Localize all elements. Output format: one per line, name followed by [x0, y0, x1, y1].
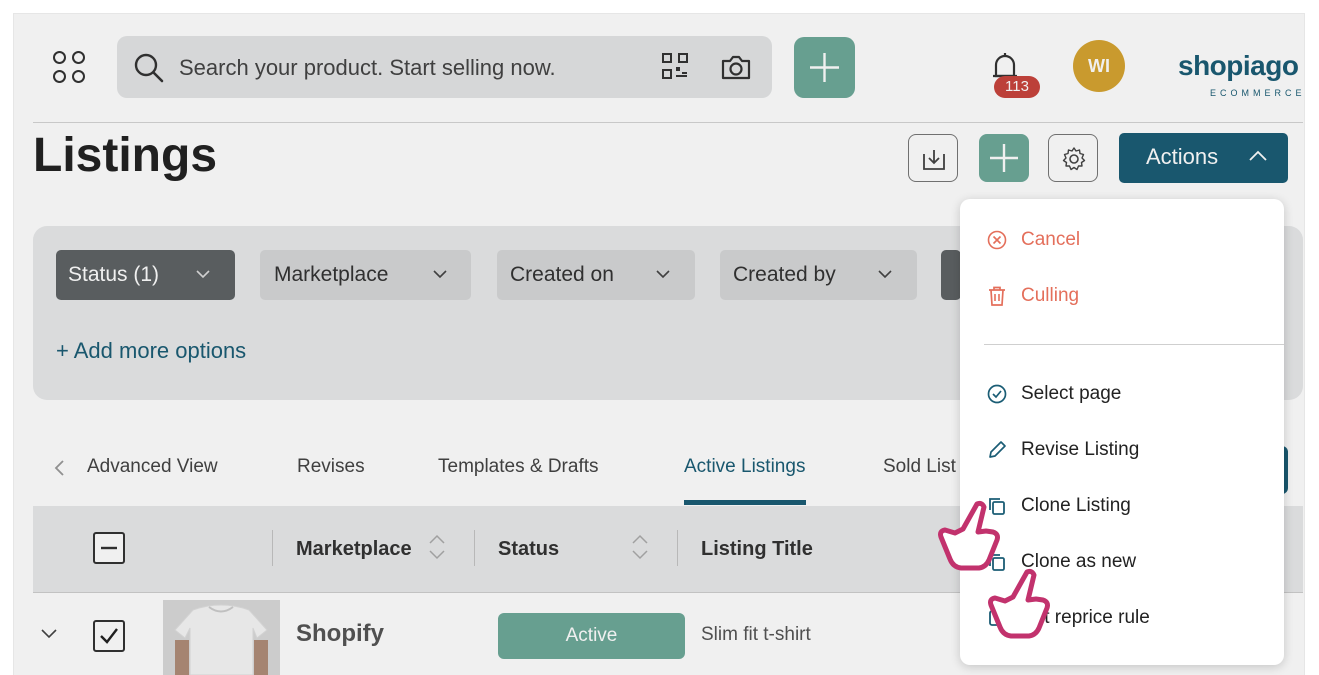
- menu-item-label: Select page: [1021, 383, 1122, 404]
- tab-revises[interactable]: Revises: [297, 456, 365, 478]
- column-header-status[interactable]: Status: [498, 538, 559, 561]
- import-button[interactable]: [908, 134, 958, 182]
- row-checkbox[interactable]: [93, 620, 125, 652]
- column-divider: [474, 530, 475, 566]
- search-bar[interactable]: Search your product. Start selling now.: [117, 36, 772, 98]
- chevron-left-icon[interactable]: [52, 458, 66, 478]
- status-badge: Active: [498, 613, 685, 659]
- add-listing-button[interactable]: [979, 134, 1029, 182]
- filter-status[interactable]: Status (1): [56, 250, 235, 300]
- tab-active-listings[interactable]: Active Listings: [684, 456, 805, 478]
- add-more-options-link[interactable]: + Add more options: [56, 338, 246, 364]
- camera-icon[interactable]: [720, 52, 752, 82]
- chevron-down-icon: [433, 270, 447, 279]
- filter-created-by-label: Created by: [733, 263, 836, 286]
- menu-item-revise-listing[interactable]: Revise Listing: [960, 432, 1284, 468]
- row-marketplace: Shopify: [296, 620, 384, 647]
- filter-created-on-label: Created on: [510, 263, 614, 286]
- column-header-marketplace[interactable]: Marketplace: [296, 538, 412, 561]
- filter-marketplace[interactable]: Marketplace: [260, 250, 471, 300]
- column-divider: [272, 530, 273, 566]
- chevron-up-icon: [1249, 150, 1267, 161]
- check-icon: [100, 628, 118, 644]
- menu-item-cancel[interactable]: Cancel: [960, 222, 1284, 258]
- search-icon: [134, 53, 164, 83]
- brand-logo: shopiago: [1178, 50, 1299, 81]
- menu-divider: [984, 344, 1284, 345]
- page-title: Listings: [33, 129, 218, 182]
- chevron-down-icon: [878, 270, 892, 279]
- product-thumbnail: [163, 600, 280, 675]
- tshirt-image: [163, 600, 280, 675]
- menu-item-culling[interactable]: Culling: [960, 278, 1284, 314]
- search-input[interactable]: Search your product. Start selling now.: [179, 55, 556, 81]
- brand-tagline: ECOMMERCE: [1210, 88, 1306, 98]
- download-icon: [923, 150, 945, 170]
- filter-created-by[interactable]: Created by: [720, 250, 917, 300]
- tab-templates-drafts[interactable]: Templates & Drafts: [438, 456, 599, 478]
- select-all-checkbox[interactable]: [93, 532, 125, 564]
- plus-icon: [810, 53, 839, 82]
- check-circle-icon: [987, 384, 1007, 404]
- filter-status-label: Status (1): [68, 263, 160, 286]
- apps-grid-icon[interactable]: [53, 51, 87, 85]
- column-divider: [677, 530, 678, 566]
- plus-icon: [990, 144, 1018, 172]
- chevron-down-icon: [656, 270, 670, 279]
- column-header-listing-title[interactable]: Listing Title: [701, 538, 813, 561]
- filter-marketplace-label: Marketplace: [274, 263, 389, 286]
- pointer-hand-icon: [988, 568, 1050, 639]
- qr-code-icon[interactable]: [661, 52, 689, 80]
- tab-advanced-view[interactable]: Advanced View: [87, 456, 218, 478]
- menu-item-label: Clone Listing: [1021, 495, 1131, 516]
- trash-icon: [989, 286, 1005, 306]
- pencil-icon: [989, 441, 1006, 458]
- actions-label: Actions: [1146, 144, 1219, 169]
- sort-icon[interactable]: [630, 530, 650, 564]
- menu-item-label: Culling: [1021, 285, 1080, 306]
- indeterminate-icon: [101, 546, 117, 550]
- cancel-circle-icon: [987, 230, 1007, 250]
- notification-badge: 113: [994, 76, 1040, 98]
- menu-item-label: Cancel: [1021, 229, 1081, 250]
- actions-dropdown-button[interactable]: Actions: [1119, 133, 1288, 183]
- settings-button[interactable]: [1048, 134, 1098, 182]
- row-listing-title[interactable]: Slim fit t-shirt: [701, 624, 811, 646]
- active-tab-indicator: [684, 500, 806, 505]
- menu-item-clone-listing[interactable]: Clone Listing: [960, 488, 1284, 524]
- sort-icon[interactable]: [427, 530, 447, 564]
- tab-sold-listings[interactable]: Sold List: [883, 456, 956, 478]
- filter-created-on[interactable]: Created on: [497, 250, 695, 300]
- menu-item-label: Revise Listing: [1021, 439, 1140, 460]
- filter-more-chip[interactable]: [941, 250, 961, 300]
- pointer-hand-icon: [938, 500, 1000, 571]
- user-avatar[interactable]: WI: [1073, 40, 1125, 92]
- chevron-down-icon: [196, 270, 210, 279]
- menu-item-select-page[interactable]: Select page: [960, 376, 1284, 412]
- quick-add-button[interactable]: [794, 37, 855, 98]
- header-divider: [33, 122, 1303, 123]
- gear-icon: [1062, 147, 1086, 171]
- chevron-down-icon[interactable]: [40, 628, 58, 640]
